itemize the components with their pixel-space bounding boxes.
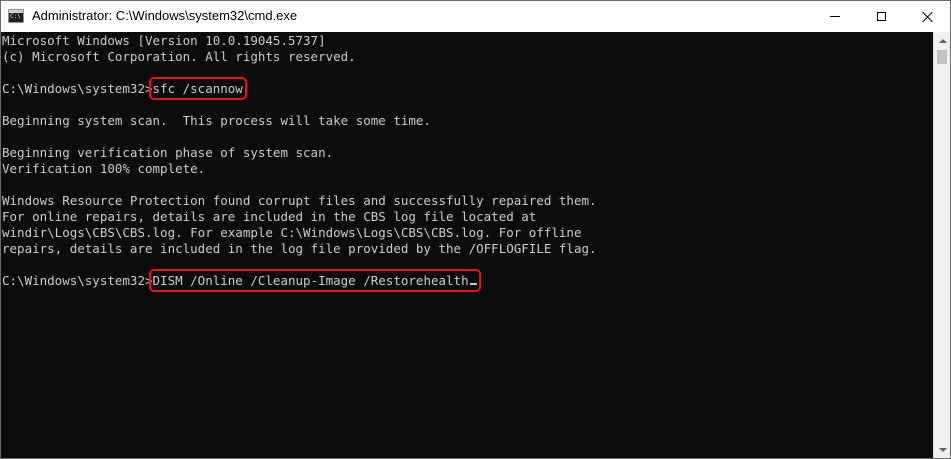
dism-command-text: DISM /Online /Cleanup-Image /Restoreheal… [152, 273, 469, 288]
prompt-line-dism[interactable]: C:\Windows\system32>DISM /Online /Cleanu… [2, 269, 933, 292]
console-line: (c) Microsoft Corporation. All rights re… [2, 49, 356, 64]
console-line: Beginning verification phase of system s… [2, 145, 334, 160]
console-line: repairs, details are included in the log… [2, 241, 597, 256]
console-line: windir\Logs\CBS\CBS.log. For example C:\… [2, 225, 582, 240]
sfc-command-highlight: sfc /scannow [148, 77, 247, 100]
console-output[interactable]: Microsoft Windows [Version 10.0.19045.57… [1, 32, 933, 458]
text-cursor [469, 283, 477, 285]
prompt: C:\Windows\system32> [2, 273, 153, 288]
chevron-up-icon [938, 38, 947, 43]
console-line: Windows Resource Protection found corrup… [2, 193, 597, 208]
maximize-icon [876, 12, 886, 21]
scrollbar-thumb[interactable] [937, 50, 947, 64]
prompt: C:\Windows\system32> [2, 81, 153, 96]
maximize-button[interactable] [858, 1, 904, 32]
vertical-scrollbar[interactable] [933, 32, 950, 458]
window-title: Administrator: C:\Windows\system32\cmd.e… [32, 8, 298, 23]
cmd-window: C:\ Administrator: C:\Windows\system32\c… [0, 0, 951, 459]
title-bar[interactable]: C:\ Administrator: C:\Windows\system32\c… [1, 1, 950, 33]
close-icon [922, 11, 933, 22]
minimize-icon [830, 16, 840, 17]
cmd-icon[interactable]: C:\ [8, 9, 24, 23]
console-line: Beginning system scan. This process will… [2, 113, 431, 128]
scroll-up-button[interactable] [934, 32, 950, 49]
cmd-icon-text: C:\ [10, 13, 21, 20]
console-line: For online repairs, details are included… [2, 209, 537, 224]
minimize-button[interactable] [812, 1, 858, 32]
scroll-down-button[interactable] [934, 441, 950, 458]
console-line: Verification 100% complete. [2, 161, 206, 176]
console-line: Microsoft Windows [Version 10.0.19045.57… [2, 33, 326, 48]
close-button[interactable] [904, 1, 950, 32]
dism-command-highlight[interactable]: DISM /Online /Cleanup-Image /Restoreheal… [148, 269, 481, 292]
prompt-line-sfc: C:\Windows\system32>sfc /scannow [2, 77, 933, 100]
chevron-down-icon [938, 447, 947, 452]
